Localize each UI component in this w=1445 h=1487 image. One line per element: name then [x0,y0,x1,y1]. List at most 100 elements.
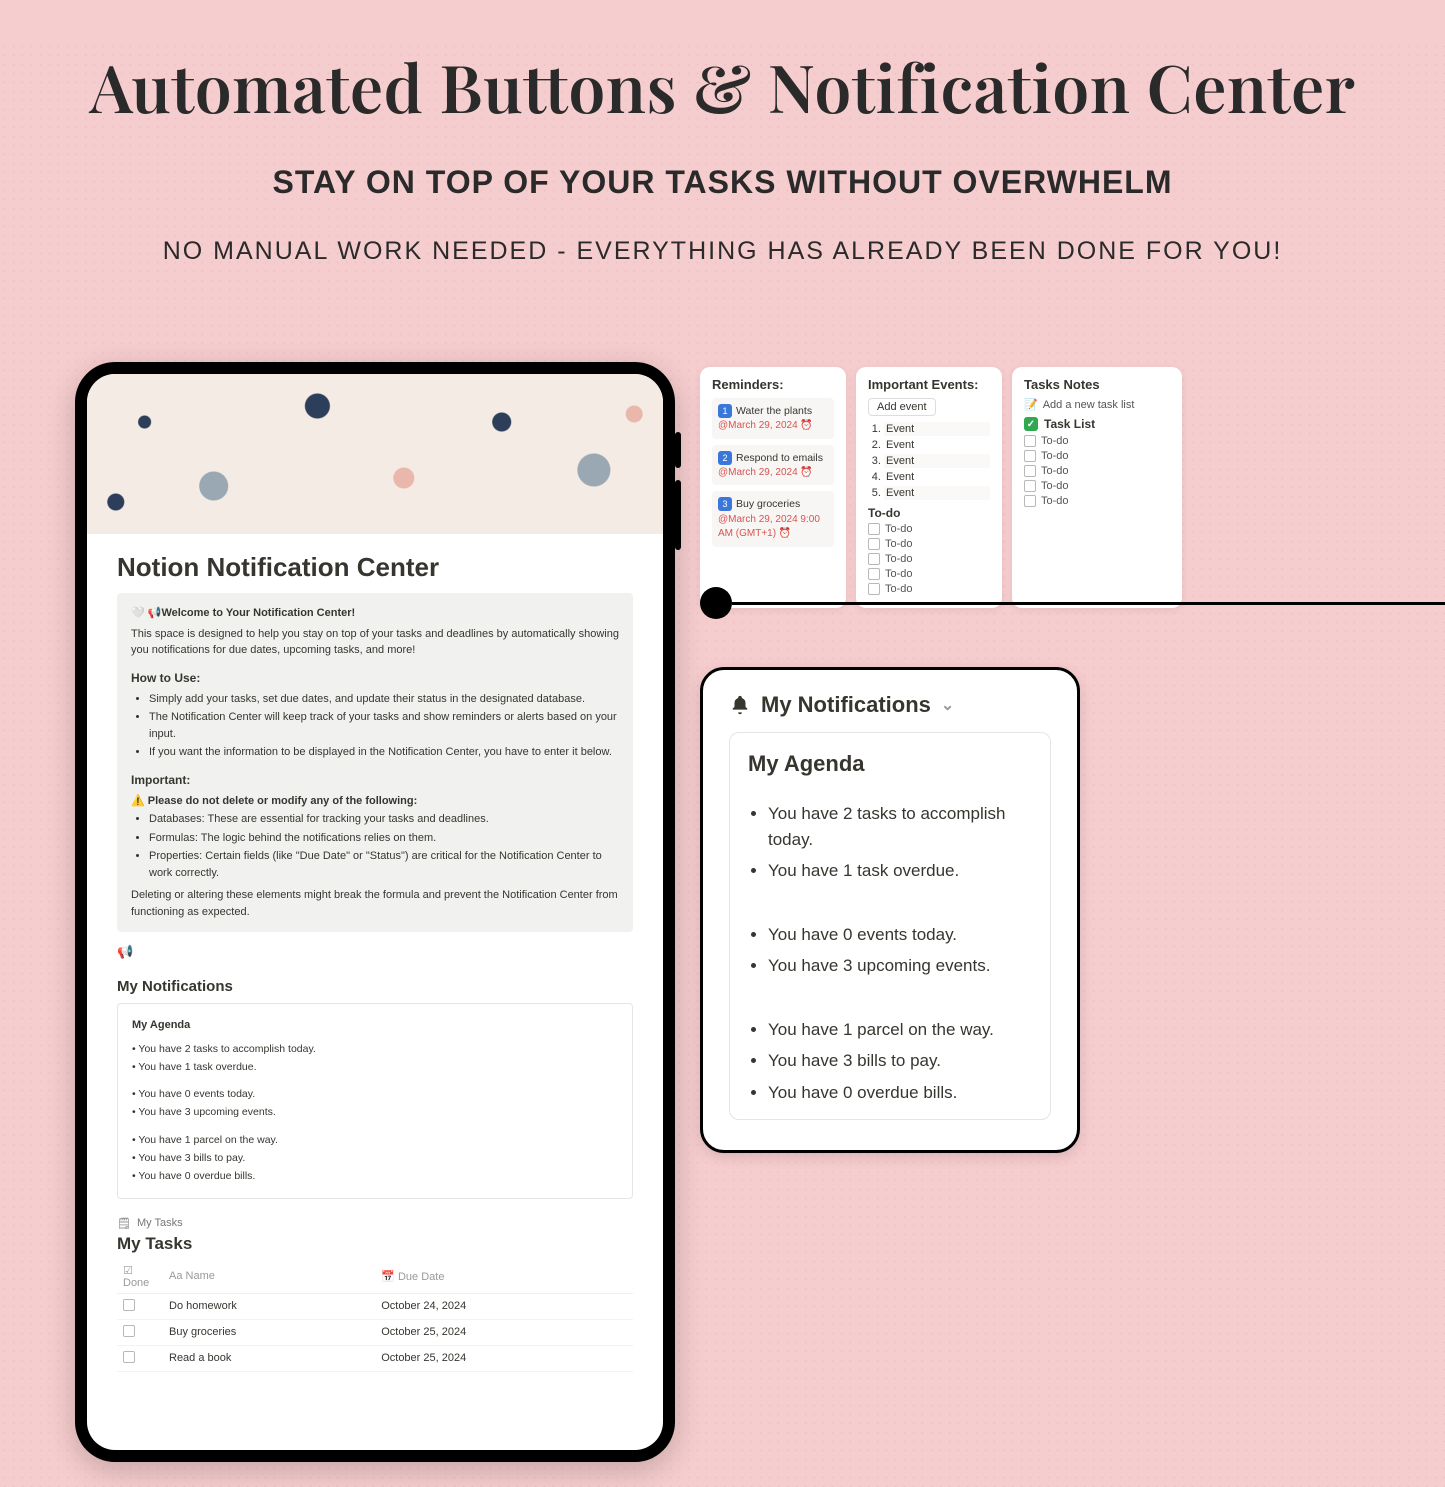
agenda-line: You have 3 bills to pay. [768,1048,1032,1074]
agenda-title: My Agenda [748,751,1032,777]
important-item: Databases: These are essential for track… [149,811,619,828]
how-item: If you want the information to be displa… [149,744,619,761]
reminder-item[interactable]: 1Water the plants@March 29, 2024 ⏰ [712,398,834,439]
todo-item[interactable]: To-do [1024,480,1170,492]
tasks-notes-title: Tasks Notes [1024,377,1170,392]
big-header-text: My Notifications [761,692,931,718]
event-item[interactable]: Event [884,486,990,500]
widgets-row: Reminders: 1Water the plants@March 29, 2… [700,367,1182,608]
todo-item[interactable]: To-do [868,538,990,550]
page-cover-image [87,374,663,534]
my-notifications-header: My Notifications [117,978,633,995]
how-item: Simply add your tasks, set due dates, an… [149,691,619,708]
table-row[interactable]: Buy groceriesOctober 25, 2024 [117,1319,633,1345]
agenda-line: You have 1 parcel on the way. [138,1134,278,1146]
checkbox[interactable] [1024,465,1036,477]
col-due[interactable]: Due Date [398,1271,444,1283]
todo-item[interactable]: To-do [868,523,990,535]
callout-outro: Deleting or altering these elements migh… [131,887,619,920]
checkbox[interactable] [868,553,880,565]
how-item: The Notification Center will keep track … [149,709,619,742]
add-event-button[interactable]: Add event [868,398,936,416]
timeline-line [732,602,1445,605]
todo-item[interactable]: To-do [868,568,990,580]
important-item: Properties: Certain fields (like "Due Da… [149,848,619,881]
table-row[interactable]: Do homeworkOctober 24, 2024 [117,1293,633,1319]
agenda-line: You have 0 events today. [138,1088,255,1100]
col-done[interactable]: Done [123,1277,149,1289]
agenda-line: You have 0 overdue bills. [138,1170,255,1182]
warning-line: ⚠️ Please do not delete or modify any of… [131,793,619,810]
todo-item[interactable]: To-do [1024,450,1170,462]
todo-item[interactable]: To-do [1024,435,1170,447]
checkbox[interactable] [123,1325,135,1337]
timeline-dot [700,587,732,619]
notion-page: Notion Notification Center 🤍 📢Welcome to… [87,534,663,1390]
checkbox[interactable] [123,1299,135,1311]
events-widget: Important Events: Add event Event Event … [856,367,1002,608]
checkbox[interactable] [1024,450,1036,462]
checkbox[interactable] [1024,435,1036,447]
event-item[interactable]: Event [884,454,990,468]
checkbox[interactable] [868,538,880,550]
hero-subtext: NO MANUAL WORK NEEDED - EVERYTHING HAS A… [0,237,1445,266]
reminders-widget: Reminders: 1Water the plants@March 29, 2… [700,367,846,608]
todo-item[interactable]: To-do [1024,495,1170,507]
todo-item[interactable]: To-do [1024,465,1170,477]
db-view-label[interactable]: 🗒 My Tasks [117,1217,633,1230]
number-icon: 1 [718,404,732,418]
db-title: My Tasks [117,1234,633,1254]
my-notifications-card: My Notifications ⌄ My Agenda You have 2 … [700,667,1080,1153]
event-item[interactable]: Event [884,470,990,484]
tablet-screen: Notion Notification Center 🤍 📢Welcome to… [87,374,663,1450]
tablet-frame: Notion Notification Center 🤍 📢Welcome to… [75,362,675,1462]
reminder-item[interactable]: 2Respond to emails @March 29, 2024 ⏰ [712,445,834,486]
number-icon: 2 [718,451,732,465]
col-name[interactable]: Name [186,1270,215,1282]
task-list-header[interactable]: ✓Task List [1024,417,1170,431]
checkbox[interactable] [868,523,880,535]
important-header: Important: [131,771,619,789]
reminder-item[interactable]: 3Buy groceries@March 29, 2024 9:00 AM (G… [712,491,834,546]
callout-welcome: 🤍 📢Welcome to Your Notification Center! [131,605,619,622]
checkbox[interactable] [1024,495,1036,507]
agenda-box: My Agenda • You have 2 tasks to accompli… [117,1003,633,1199]
agenda-line: You have 0 events today. [768,922,1032,948]
agenda-line: You have 1 parcel on the way. [768,1017,1032,1043]
add-task-list-button[interactable]: 📝 Add a new task list [1024,398,1170,411]
agenda-line: You have 3 upcoming events. [138,1106,275,1118]
important-item: Formulas: The logic behind the notificat… [149,830,619,847]
agenda-line: You have 1 task overdue. [138,1061,256,1073]
check-icon: ✓ [1024,417,1038,431]
todo-item[interactable]: To-do [868,583,990,595]
event-item[interactable]: Event [884,422,990,436]
agenda-line: You have 2 tasks to accomplish today. [768,801,1032,852]
tasks-notes-widget: Tasks Notes 📝 Add a new task list ✓Task … [1012,367,1182,608]
agenda-line: You have 3 upcoming events. [768,953,1032,979]
how-to-use-header: How to Use: [131,669,619,687]
events-title: Important Events: [868,377,990,392]
reminders-title: Reminders: [712,377,834,392]
callout-intro: This space is designed to help you stay … [131,626,619,659]
checkbox[interactable] [868,568,880,580]
checkbox[interactable] [123,1351,135,1363]
hero-subtitle: STAY ON TOP OF YOUR TASKS WITHOUT OVERWH… [0,164,1445,201]
agenda-title: My Agenda [132,1016,618,1035]
agenda-inner: My Agenda You have 2 tasks to accomplish… [729,732,1051,1120]
checkbox[interactable] [868,583,880,595]
todo-header: To-do [868,506,990,520]
checkbox[interactable] [1024,480,1036,492]
agenda-line: You have 1 task overdue. [768,858,1032,884]
hero-title: Automated Buttons & Notification Center [0,42,1445,130]
bell-icon [729,694,751,716]
agenda-line: You have 3 bills to pay. [138,1152,245,1164]
agenda-line: You have 0 overdue bills. [768,1080,1032,1106]
welcome-callout: 🤍 📢Welcome to Your Notification Center! … [117,593,633,932]
number-icon: 3 [718,497,732,511]
event-item[interactable]: Event [884,438,990,452]
chevron-down-icon[interactable]: ⌄ [941,695,954,715]
page-title: Notion Notification Center [117,552,633,583]
agenda-line: You have 2 tasks to accomplish today. [138,1043,315,1055]
todo-item[interactable]: To-do [868,553,990,565]
table-row[interactable]: Read a bookOctober 25, 2024 [117,1345,633,1371]
